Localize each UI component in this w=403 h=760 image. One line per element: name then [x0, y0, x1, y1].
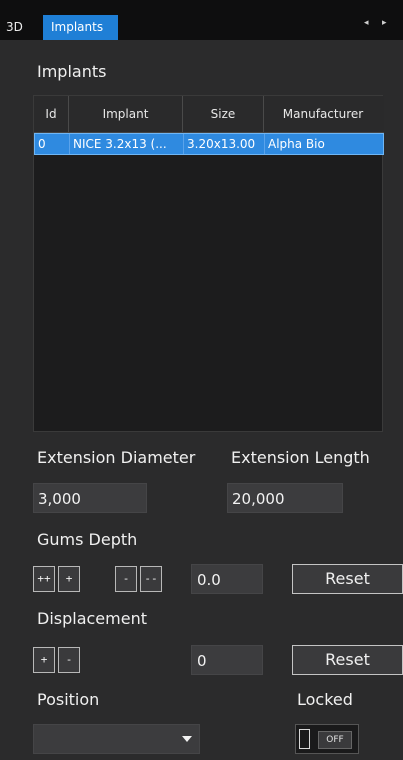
implants-table: Id Implant Size Manufacturer 0 NICE 3.2x…	[33, 95, 384, 432]
cell-implant: NICE 3.2x13 (...	[70, 134, 184, 154]
chevron-down-icon	[182, 736, 192, 742]
gums-depth-reset-button[interactable]: Reset	[292, 564, 403, 594]
gums-depth-decrease-large-button[interactable]: --	[140, 566, 162, 592]
gums-depth-stepper: ++ + - --	[33, 566, 163, 592]
column-header-id[interactable]: Id	[34, 96, 69, 132]
displacement-label: Displacement	[37, 609, 147, 628]
tab-scroll-left-icon[interactable]: ◂	[364, 18, 369, 28]
implants-title: Implants	[37, 62, 107, 81]
displacement-increase-button[interactable]: +	[33, 647, 55, 673]
gums-depth-label: Gums Depth	[37, 530, 138, 549]
extension-diameter-label: Extension Diameter	[37, 448, 196, 467]
gums-depth-increase-large-button[interactable]: ++	[33, 566, 55, 592]
cell-manufacturer: Alpha Bio	[268, 137, 325, 151]
column-header-size[interactable]: Size	[183, 96, 264, 132]
toggle-handle[interactable]	[299, 729, 310, 749]
cell-id: 0	[35, 134, 70, 154]
table-header: Id Implant Size Manufacturer	[34, 96, 384, 133]
column-header-implant[interactable]: Implant	[69, 96, 183, 132]
tab-scroll-right-icon[interactable]: ▸	[382, 18, 387, 28]
displacement-reset-button[interactable]: Reset	[292, 645, 403, 675]
tab-3d[interactable]: 3D	[6, 15, 42, 40]
locked-toggle[interactable]: OFF	[295, 724, 359, 754]
position-label: Position	[37, 690, 100, 709]
position-dropdown[interactable]	[33, 724, 200, 754]
gums-depth-value[interactable]: 0.0	[191, 564, 263, 594]
gums-depth-decrease-button[interactable]: -	[115, 566, 137, 592]
cell-size: 3.20x13.00	[184, 134, 265, 154]
column-header-manufacturer[interactable]: Manufacturer	[264, 96, 382, 132]
gums-depth-increase-button[interactable]: +	[58, 566, 80, 592]
table-row[interactable]: 0 NICE 3.2x13 (... 3.20x13.00 Alpha Bio	[34, 133, 384, 155]
displacement-decrease-button[interactable]: -	[58, 647, 80, 673]
extension-length-field[interactable]: 20,000	[227, 483, 343, 513]
tab-bar: 3D Implants ◂ ▸	[0, 0, 403, 40]
extension-length-label: Extension Length	[231, 448, 370, 467]
displacement-stepper: + -	[33, 647, 83, 673]
extension-diameter-field[interactable]: 3,000	[33, 483, 147, 513]
displacement-value[interactable]: 0	[191, 645, 263, 675]
locked-label: Locked	[297, 690, 353, 709]
tab-implants[interactable]: Implants	[43, 15, 118, 40]
toggle-state-label: OFF	[318, 731, 352, 749]
